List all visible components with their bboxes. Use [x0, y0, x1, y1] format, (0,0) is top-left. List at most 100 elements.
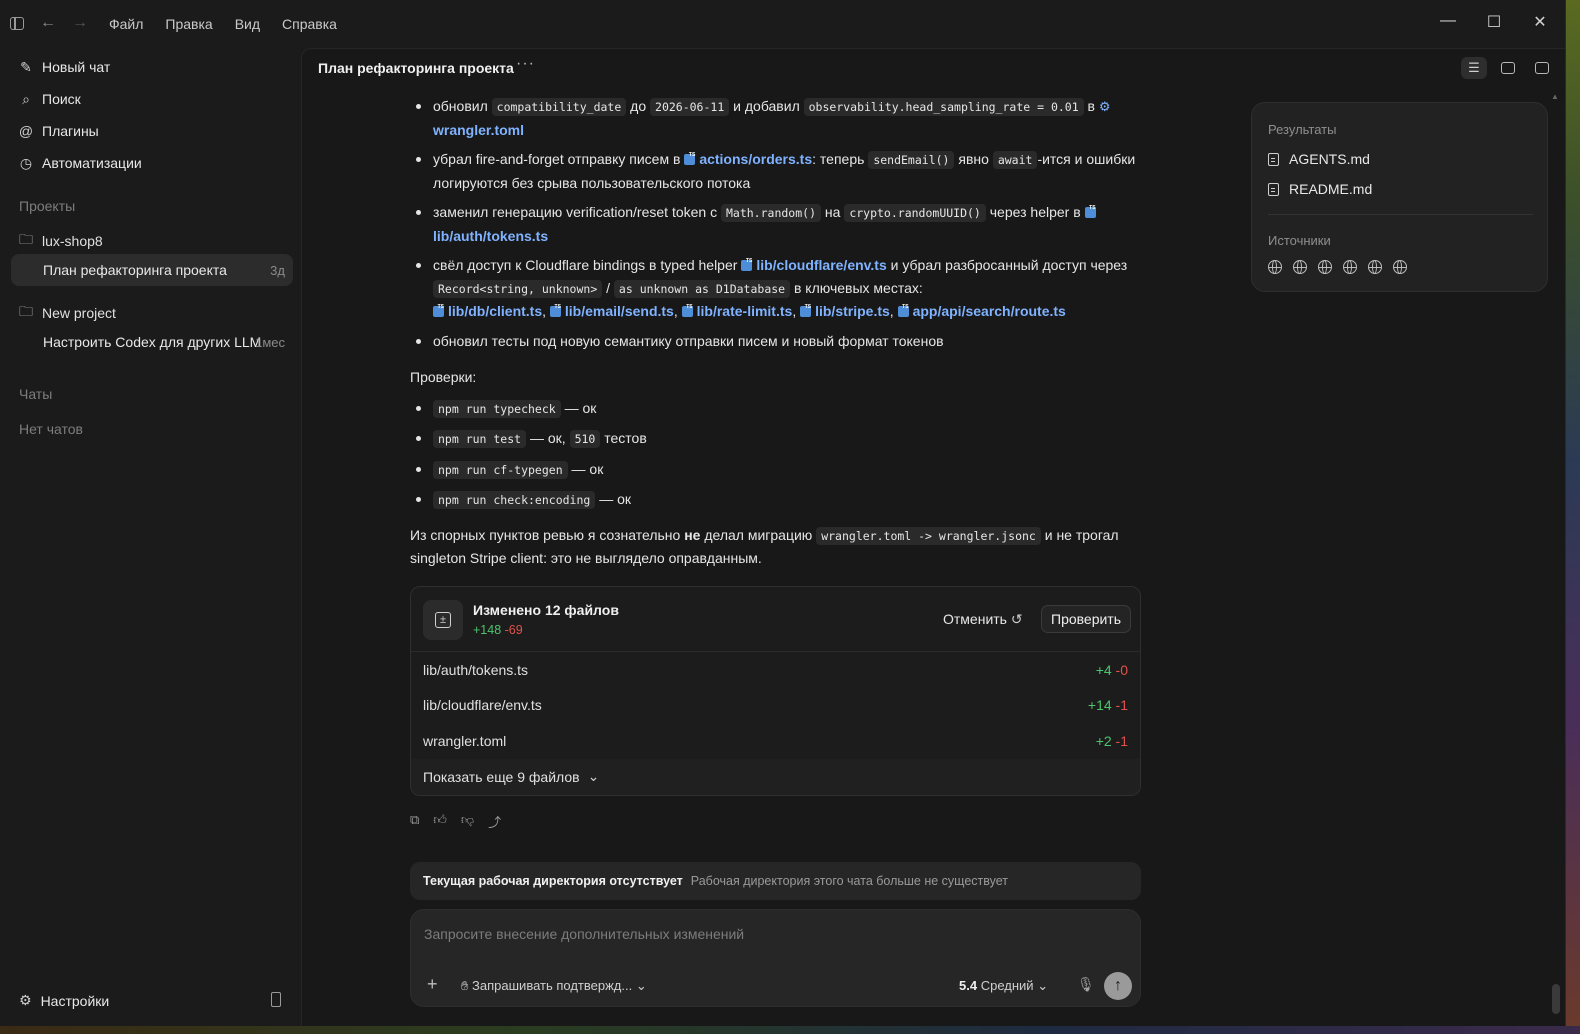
list-item: npm run cf-typegen — ок	[410, 458, 1150, 482]
document-icon	[1268, 152, 1279, 166]
file-link[interactable]: lib/cloudflare/env.ts	[756, 257, 886, 273]
typescript-file-icon	[681, 296, 693, 318]
mobile-icon[interactable]	[271, 992, 281, 1007]
copy-icon[interactable]: ⧉	[410, 812, 419, 831]
file-link[interactable]: lib/db/client.ts	[448, 303, 542, 319]
list-item: обновил тесты под новую семантику отправ…	[410, 330, 1150, 353]
microphone-icon[interactable]: 🎙︎	[1077, 976, 1095, 993]
undo-label: Отменить	[943, 611, 1007, 627]
lines-added: +4	[1095, 661, 1112, 678]
result-file-agents[interactable]: AGENTS.md	[1268, 151, 1370, 167]
project-new-project[interactable]: 🗀 New project	[19, 301, 116, 325]
page-title: План рефакторинга проекта	[318, 60, 514, 76]
model-selector[interactable]: 5.4 Средний ⌄	[959, 978, 1048, 994]
new-chat-button[interactable]: ✎ Новый чат	[19, 57, 110, 77]
inline-code: observability.head_sampling_rate = 0.01	[803, 98, 1084, 116]
inline-code: wrangler.toml -> wrangler.jsonc	[816, 526, 1041, 545]
settings-button[interactable]: ⚙ Настройки	[19, 992, 109, 1009]
maximize-icon[interactable]: ☐	[1482, 12, 1506, 32]
scroll-up-icon[interactable]: ▲	[1551, 92, 1559, 101]
globe-icon[interactable]	[1268, 260, 1282, 274]
more-options-icon[interactable]: ···	[516, 55, 535, 73]
text: и убрал разбросанный доступ через	[890, 257, 1128, 273]
tasks-view-button[interactable]: ☰	[1461, 57, 1487, 79]
right-panel-toggle-button[interactable]	[1529, 57, 1555, 79]
fork-icon[interactable]: ⤴	[488, 812, 501, 831]
menu-file[interactable]: Файл	[109, 16, 143, 32]
checks-label: Проверки:	[410, 369, 477, 385]
file-link[interactable]: app/api/search/route.ts	[913, 303, 1066, 319]
sidebar-toggle-icon[interactable]	[10, 17, 24, 30]
typescript-file-icon	[741, 250, 753, 272]
file-path: lib/cloudflare/env.ts	[423, 697, 542, 714]
globe-icon[interactable]	[1343, 260, 1357, 274]
close-icon[interactable]: ✕	[1528, 12, 1552, 32]
sidebar: ✎ Новый чат ⌕ Поиск @ Плагины ◷ Автомати…	[0, 48, 300, 1026]
project-lux-shop8[interactable]: 🗀 lux-shop8	[19, 229, 103, 253]
search-button[interactable]: ⌕ Поиск	[19, 89, 81, 109]
results-label: Результаты	[1268, 122, 1337, 137]
result-file-readme[interactable]: README.md	[1268, 181, 1372, 197]
file-path: lib/auth/tokens.ts	[423, 661, 529, 678]
globe-icon[interactable]	[1293, 260, 1307, 274]
permission-dropdown[interactable]: ✋︎ Запрашивать подтвержд... ⌄	[461, 978, 647, 994]
menu-help[interactable]: Справка	[282, 16, 337, 32]
assistant-message: обновил compatibility_date до 2026-06-11…	[410, 95, 1150, 570]
changes-list: обновил compatibility_date до 2026-06-11…	[410, 95, 1150, 352]
terminal-toggle-button[interactable]	[1495, 57, 1521, 79]
menu-view[interactable]: Вид	[235, 16, 260, 32]
chat-item-refactor-plan[interactable]: План рефакторинга проекта 3д	[11, 254, 293, 286]
globe-icon[interactable]	[1368, 260, 1382, 274]
file-link[interactable]: lib/rate-limit.ts	[697, 303, 793, 319]
config-file-icon: ⚙	[1098, 99, 1111, 114]
chevron-down-icon: ⌄	[1037, 978, 1049, 993]
file-link[interactable]: lib/stripe.ts	[815, 303, 890, 319]
at-icon: @	[18, 123, 34, 139]
thumbs-down-icon[interactable]: 👎︎	[461, 812, 474, 831]
undo-button[interactable]: Отменить ↺	[943, 611, 1023, 628]
text: явно	[958, 151, 989, 167]
file-link[interactable]: wrangler.toml	[433, 122, 524, 138]
text: Из спорных пунктов ревью я сознательно	[410, 526, 681, 543]
diff-icon: ±	[423, 600, 463, 640]
menu-edit[interactable]: Правка	[165, 16, 212, 32]
nav-label: Новый чат	[42, 59, 111, 75]
inline-code: sendEmail()	[868, 151, 955, 169]
plugins-button[interactable]: @ Плагины	[19, 121, 99, 141]
chat-item-codex-llm[interactable]: Настроить Codex для других LLM 1мес	[11, 326, 293, 358]
desktop-wallpaper	[0, 1026, 1580, 1034]
file-link[interactable]: actions/orders.ts	[699, 151, 812, 167]
notice-title: Текущая рабочая директория отсутствует	[423, 874, 683, 888]
thumbs-up-icon[interactable]: 👍︎	[433, 812, 447, 831]
send-button[interactable]: ↑	[1104, 972, 1132, 1000]
typescript-file-icon	[684, 144, 696, 166]
back-arrow-icon[interactable]: ←	[40, 14, 56, 32]
file-diff: +2 -1	[1096, 733, 1128, 749]
diff-stats: +148 -69	[473, 623, 523, 637]
typescript-file-icon	[800, 296, 812, 318]
forward-arrow-icon[interactable]: →	[72, 14, 88, 32]
changed-files-title: Изменено 12 файлов	[473, 602, 619, 618]
file-link[interactable]: lib/email/send.ts	[565, 303, 674, 319]
changed-file-row[interactable]: lib/auth/tokens.ts +4 -0	[411, 652, 1140, 688]
minimize-icon[interactable]: —	[1436, 12, 1460, 30]
scrollbar[interactable]	[1552, 984, 1560, 1014]
file-link[interactable]: lib/auth/tokens.ts	[433, 228, 548, 244]
folder-icon: 🗀	[19, 303, 33, 319]
globe-icon[interactable]	[1318, 260, 1332, 274]
lines-added: +148	[473, 623, 502, 637]
review-button[interactable]: Проверить	[1041, 605, 1132, 633]
lines-removed: -1	[1115, 697, 1128, 714]
automations-button[interactable]: ◷ Автоматизации	[19, 153, 142, 173]
plus-icon[interactable]: +	[427, 974, 438, 995]
show-more-files-button[interactable]: Показать еще 9 файлов ⌄	[411, 758, 1140, 795]
globe-icon[interactable]	[1393, 260, 1407, 274]
permission-label: Запрашивать подтвержд...	[472, 978, 633, 993]
project-name: lux-shop8	[42, 233, 103, 249]
changed-file-row[interactable]: wrangler.toml +2 -1	[411, 723, 1140, 759]
model-effort: Средний	[980, 978, 1034, 993]
chat-title: План рефакторинга проекта	[43, 262, 227, 278]
composer-input[interactable]: Запросите внесение дополнительных измене…	[424, 926, 744, 942]
model-version: 5.4	[959, 978, 978, 993]
changed-file-row[interactable]: lib/cloudflare/env.ts +14 -1	[411, 688, 1140, 724]
